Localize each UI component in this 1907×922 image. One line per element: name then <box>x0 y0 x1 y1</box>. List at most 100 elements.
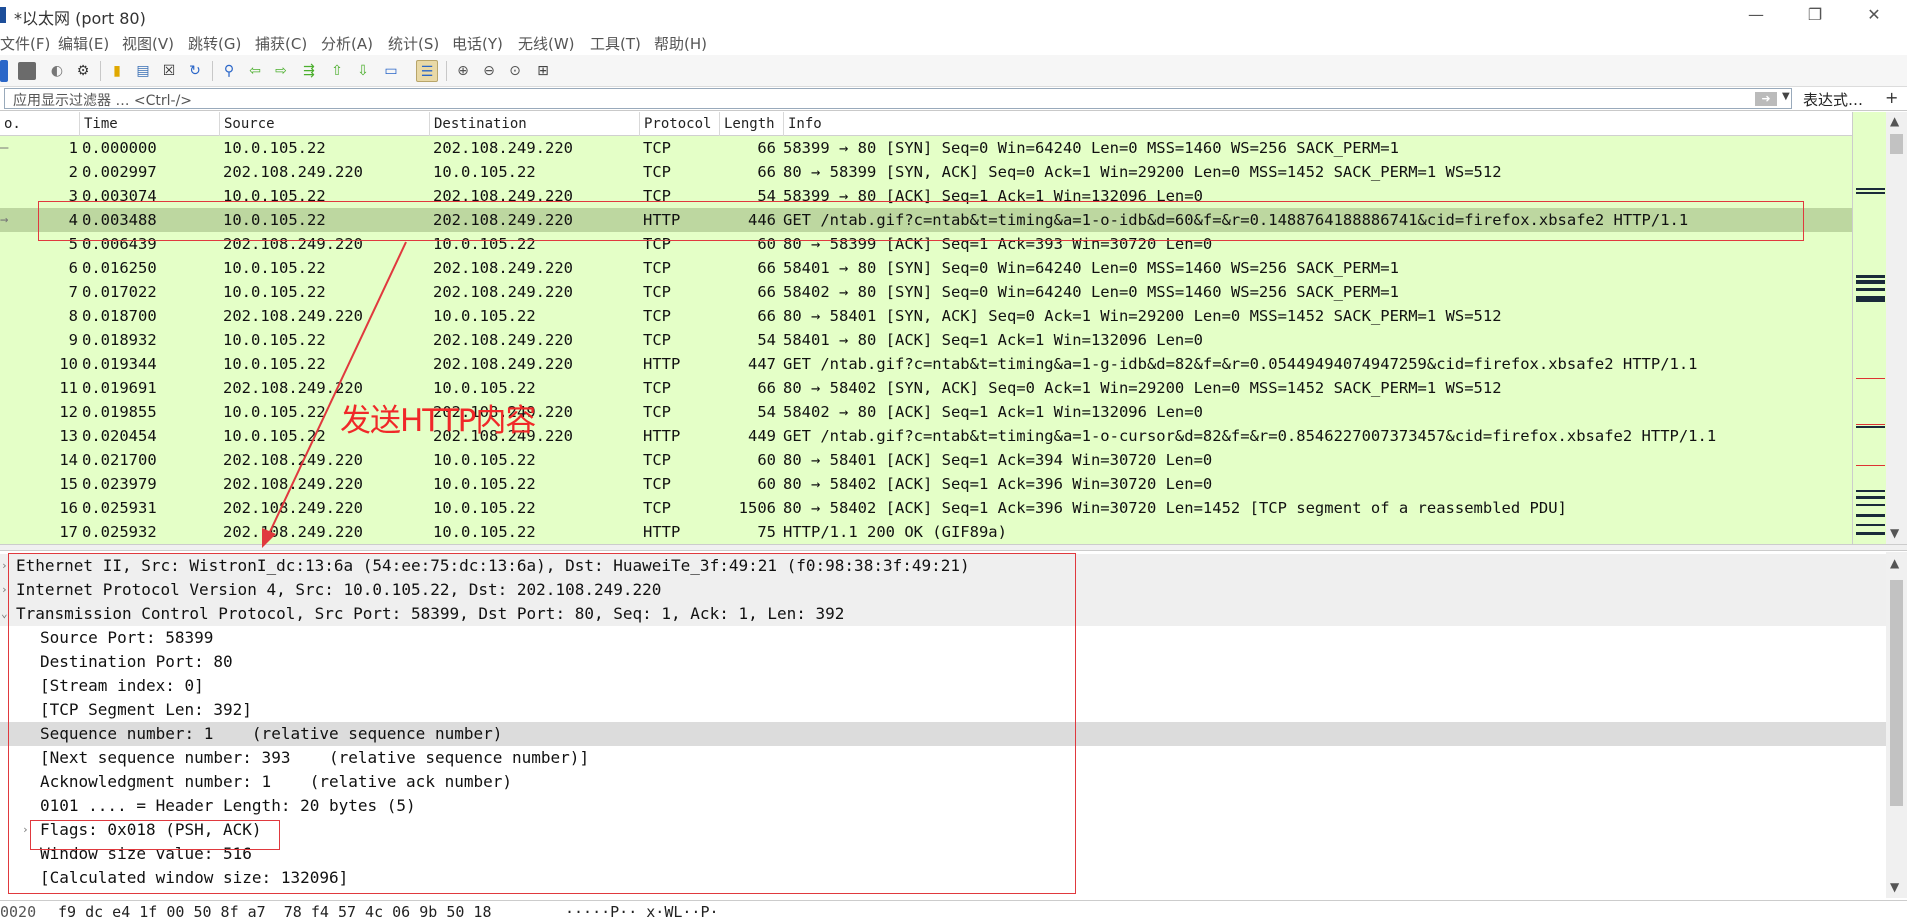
go-to-packet-icon[interactable]: ⇶ <box>298 60 320 82</box>
go-first-icon[interactable]: ⇧ <box>326 60 348 82</box>
packet-row[interactable]: 16 0.025931 202.108.249.220 10.0.105.22 TCP 1… <box>0 496 1852 520</box>
protocol-field[interactable]: [Stream index: 0] <box>0 674 1886 698</box>
packet-row[interactable]: 6 0.016250 10.0.105.22 202.108.249.220 TCP 66… <box>0 256 1852 280</box>
packet-row[interactable]: 12 0.019855 10.0.105.22 202.108.249.220 TCP 5… <box>0 400 1852 424</box>
zoom-out-icon[interactable]: ⊖ <box>478 60 500 82</box>
menu-file[interactable]: 文件(F) <box>0 33 50 54</box>
packet-destination: 10.0.105.22 <box>433 451 536 469</box>
restart-capture-icon[interactable]: ◐ <box>46 60 68 82</box>
details-scrollbar[interactable]: ▲ ▼ <box>1886 552 1907 898</box>
protocol-tree-node[interactable]: › Ethernet II, Src: WistronI_dc:13:6a (54… <box>0 554 1886 578</box>
tree-expander-icon[interactable]: ⌄ <box>1 602 8 626</box>
scroll-thumb[interactable] <box>1890 580 1903 806</box>
tree-expander-icon[interactable]: › <box>1 554 8 578</box>
column-header-protocol[interactable]: Protocol <box>640 112 720 136</box>
expression-button[interactable]: 表达式… <box>1803 89 1863 110</box>
column-header-time[interactable]: Time <box>80 112 220 136</box>
scroll-up-icon[interactable]: ▲ <box>1890 556 1899 570</box>
bytes-ascii[interactable]: ·····P·· x·WL··P· <box>565 901 719 922</box>
column-header-destination[interactable]: Destination <box>430 112 640 136</box>
menu-view[interactable]: 视图(V) <box>122 33 174 54</box>
packet-time: 0.016250 <box>82 259 157 277</box>
protocol-field[interactable]: Source Port: 58399 <box>0 626 1886 650</box>
protocol-field[interactable]: › Flags: 0x018 (PSH, ACK) <box>0 818 1886 842</box>
packet-minimap[interactable] <box>1852 112 1886 544</box>
protocol-field[interactable]: Sequence number: 1 (relative sequence nu… <box>0 722 1886 746</box>
scroll-down-icon[interactable]: ▼ <box>1890 526 1899 540</box>
packet-row[interactable]: 9 0.018932 10.0.105.22 202.108.249.220 TCP 54… <box>0 328 1852 352</box>
find-packet-icon[interactable]: ⚲ <box>218 60 240 82</box>
menu-statistics[interactable]: 统计(S) <box>388 33 439 54</box>
reload-file-icon[interactable]: ↻ <box>184 60 206 82</box>
go-back-icon[interactable]: ⇦ <box>244 60 266 82</box>
pane-splitter[interactable] <box>0 544 1907 551</box>
packet-row[interactable]: → 4 0.003488 10.0.105.22 202.108.249.220 HTTP… <box>0 208 1852 232</box>
packet-row[interactable]: 2 0.002997 202.108.249.220 10.0.105.22 TCP 66… <box>0 160 1852 184</box>
minimap-mark <box>1856 514 1885 517</box>
colorize-icon[interactable]: ☰ <box>416 60 438 82</box>
packet-time: 0.019344 <box>82 355 157 373</box>
stop-capture-icon[interactable] <box>18 62 36 80</box>
menu-edit[interactable]: 编辑(E) <box>58 33 109 54</box>
arrow-right-icon[interactable]: ➜ <box>1755 92 1777 106</box>
packet-row[interactable]: 17 0.025932 202.108.249.220 10.0.105.22 HTTP… <box>0 520 1852 544</box>
add-filter-button[interactable]: + <box>1885 88 1898 107</box>
tree-expander-icon[interactable]: › <box>22 818 29 842</box>
menu-tools[interactable]: 工具(T) <box>590 33 641 54</box>
packet-row[interactable]: 11 0.019691 202.108.249.220 10.0.105.22 TCP 6… <box>0 376 1852 400</box>
packet-row[interactable]: 13 0.020454 10.0.105.22 202.108.249.220 HTTP… <box>0 424 1852 448</box>
protocol-field[interactable]: [TCP Segment Len: 392] <box>0 698 1886 722</box>
close-file-icon[interactable]: ☒ <box>158 60 180 82</box>
bytes-hex[interactable]: f9 dc e4 1f 00 50 8f a7 78 f4 57 4c 06 9… <box>58 901 491 922</box>
toolbar-separator <box>446 61 447 81</box>
packet-row[interactable]: 8 0.018700 202.108.249.220 10.0.105.22 TCP 66… <box>0 304 1852 328</box>
column-header-info[interactable]: Info <box>784 112 1852 136</box>
tree-expander-icon[interactable]: › <box>1 578 8 602</box>
scroll-down-icon[interactable]: ▼ <box>1890 880 1899 894</box>
column-header-source[interactable]: Source <box>220 112 430 136</box>
zoom-in-icon[interactable]: ⊕ <box>452 60 474 82</box>
protocol-field[interactable]: Window size value: 516 <box>0 842 1886 866</box>
protocol-tree-node[interactable]: › Internet Protocol Version 4, Src: 10.0.… <box>0 578 1886 602</box>
packet-number: 11 <box>59 379 78 397</box>
menu-help[interactable]: 帮助(H) <box>654 33 707 54</box>
column-header-length[interactable]: Length <box>720 112 784 136</box>
menu-analyze[interactable]: 分析(A) <box>321 33 373 54</box>
protocol-tree-node[interactable]: ⌄ Transmission Control Protocol, Src Port… <box>0 602 1886 626</box>
go-last-icon[interactable]: ⇩ <box>352 60 374 82</box>
packet-row[interactable]: 14 0.021700 202.108.249.220 10.0.105.22 TCP 6… <box>0 448 1852 472</box>
protocol-field[interactable]: [Next sequence number: 393 (relative seq… <box>0 746 1886 770</box>
resize-columns-icon[interactable]: ⊞ <box>532 60 554 82</box>
menu-capture[interactable]: 捕获(C) <box>255 33 307 54</box>
go-forward-icon[interactable]: ⇨ <box>270 60 292 82</box>
packet-row[interactable]: —1 0.000000 10.0.105.22 202.108.249.220 TCP 6… <box>0 136 1852 160</box>
save-file-icon[interactable]: ▤ <box>132 60 154 82</box>
menu-go[interactable]: 跳转(G) <box>188 33 241 54</box>
protocol-field[interactable]: Acknowledgment number: 1 (relative ack n… <box>0 770 1886 794</box>
protocol-field[interactable]: [Calculated window size: 132096] <box>0 866 1886 890</box>
protocol-field[interactable]: 0101 .... = Header Length: 20 bytes (5) <box>0 794 1886 818</box>
packet-row[interactable]: 7 0.017022 10.0.105.22 202.108.249.220 TCP 66… <box>0 280 1852 304</box>
start-capture-icon[interactable] <box>0 60 8 82</box>
menu-telephony[interactable]: 电话(Y) <box>452 33 503 54</box>
packet-list-scrollbar[interactable]: ▲ ▼ <box>1886 112 1907 544</box>
zoom-normal-icon[interactable]: ⊙ <box>504 60 526 82</box>
chevron-down-icon[interactable]: ▼ <box>1782 91 1790 102</box>
protocol-field[interactable]: Destination Port: 80 <box>0 650 1886 674</box>
packet-info: GET /ntab.gif?c=ntab&t=timing&a=1-o-curs… <box>783 427 1717 445</box>
scroll-thumb[interactable] <box>1890 134 1903 154</box>
autoscroll-icon[interactable]: ▭ <box>380 60 402 82</box>
display-filter-input[interactable]: 应用显示过滤器 … <Ctrl-/> ➜ ▼ <box>4 88 1792 109</box>
menu-wireless[interactable]: 无线(W) <box>518 33 575 54</box>
capture-options-icon[interactable]: ⚙ <box>72 60 94 82</box>
packet-row[interactable]: 15 0.023979 202.108.249.220 10.0.105.22 TCP 6… <box>0 472 1852 496</box>
open-file-icon[interactable]: ▮ <box>106 60 128 82</box>
scroll-up-icon[interactable]: ▲ <box>1890 114 1899 128</box>
column-header-no[interactable]: o. <box>0 112 80 136</box>
close-button[interactable]: ✕ <box>1851 0 1897 30</box>
packet-row[interactable]: 3 0.003074 10.0.105.22 202.108.249.220 TCP 54… <box>0 184 1852 208</box>
minimize-button[interactable]: — <box>1733 0 1779 30</box>
packet-row[interactable]: 10 0.019344 10.0.105.22 202.108.249.220 HTTP… <box>0 352 1852 376</box>
packet-row[interactable]: 5 0.006439 202.108.249.220 10.0.105.22 TCP 60… <box>0 232 1852 256</box>
maximize-button[interactable]: ❐ <box>1792 0 1838 30</box>
